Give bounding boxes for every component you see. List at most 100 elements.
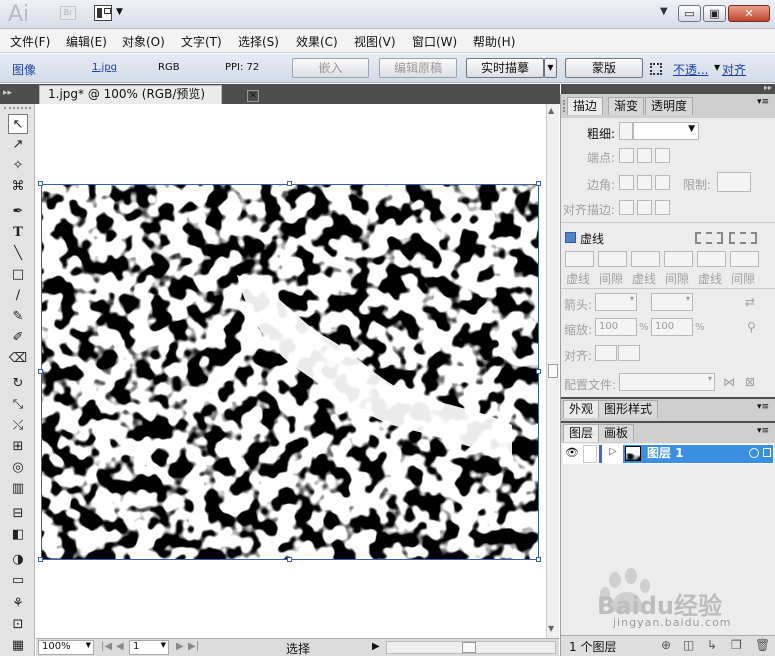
miter-join-icon[interactable] xyxy=(619,175,634,190)
projecting-cap-icon[interactable] xyxy=(655,148,670,163)
profile-select[interactable]: ▾ xyxy=(619,373,715,391)
menu-help[interactable]: 帮助(H) xyxy=(473,33,515,50)
tab-graphic-styles[interactable]: 图形样式 xyxy=(598,400,659,418)
zoom-dropdown-icon[interactable]: ▼ xyxy=(86,641,91,649)
bounding-box-handle[interactable] xyxy=(38,181,43,186)
tab-artboards[interactable]: 画板 xyxy=(598,424,635,442)
dashed-line-checkbox[interactable] xyxy=(565,232,576,243)
end-arrow-dropdown-icon[interactable]: ▾ xyxy=(686,294,690,303)
dash-input-1[interactable] xyxy=(565,251,594,267)
collapse-panels-icon[interactable]: ▸▸ xyxy=(764,83,772,92)
weight-input[interactable]: ▼ xyxy=(633,122,699,140)
document-canvas[interactable] xyxy=(36,104,546,638)
mask-button[interactable]: 蒙版 xyxy=(565,58,643,78)
opacity-link[interactable]: 不透... xyxy=(673,61,708,78)
round-join-icon[interactable] xyxy=(637,175,652,190)
butt-cap-icon[interactable] xyxy=(619,148,634,163)
embed-button[interactable]: 嵌入 xyxy=(292,58,369,78)
align-center-icon[interactable] xyxy=(619,200,634,215)
placed-image[interactable] xyxy=(41,184,539,560)
bounding-box-handle[interactable] xyxy=(38,557,43,562)
selection-indicator[interactable] xyxy=(763,448,771,457)
prev-artboard-icon[interactable]: ◀ xyxy=(116,641,124,652)
flip-across-icon[interactable]: ⊠ xyxy=(745,375,755,389)
dash-input-2[interactable] xyxy=(631,251,660,267)
target-icon[interactable] xyxy=(749,448,759,458)
bounding-box-handle[interactable] xyxy=(287,557,292,562)
bevel-join-icon[interactable] xyxy=(655,175,670,190)
appearance-menu-icon[interactable]: ▾≡ xyxy=(757,402,769,412)
live-trace-button[interactable]: 实时描摹 xyxy=(466,58,544,78)
align-outside-icon[interactable] xyxy=(655,200,670,215)
menu-object[interactable]: 对象(O) xyxy=(122,33,165,50)
arrow-tip-place-icon[interactable] xyxy=(618,345,640,361)
file-link[interactable]: 1.jpg xyxy=(92,62,117,73)
expand-tools-icon[interactable]: ▸▸ xyxy=(3,88,12,98)
lasso-tool-icon[interactable]: ⌘ xyxy=(8,177,28,197)
direct-selection-tool-icon[interactable]: ↗ xyxy=(8,135,28,155)
profile-dropdown-icon[interactable]: ▾ xyxy=(708,374,712,383)
blend-tool-icon[interactable]: ▭ xyxy=(8,571,28,591)
gradient-tool-icon[interactable]: ◧ xyxy=(8,525,28,545)
pen-tool-icon[interactable]: ✒ xyxy=(8,202,28,222)
first-artboard-icon[interactable]: |◀ xyxy=(101,641,112,652)
bounding-box-handle[interactable] xyxy=(536,181,541,186)
preserve-dash-icon[interactable] xyxy=(695,232,723,244)
menu-window[interactable]: 窗口(W) xyxy=(412,33,457,50)
weight-stepper[interactable] xyxy=(619,122,633,140)
selection-tool-icon[interactable]: ↖ xyxy=(8,114,28,134)
symbol-sprayer-tool-icon[interactable]: ⚘ xyxy=(8,594,28,614)
status-mode[interactable]: 选择 xyxy=(286,640,310,656)
tab-appearance[interactable]: 外观 xyxy=(563,400,600,418)
gap-input-3[interactable] xyxy=(730,251,759,267)
last-artboard-icon[interactable]: ▶| xyxy=(188,641,199,652)
start-scale-input[interactable]: 100 xyxy=(595,318,637,336)
next-artboard-icon[interactable]: ▶ xyxy=(176,641,184,652)
swap-arrows-icon[interactable]: ⇄ xyxy=(745,295,755,309)
horizontal-scrollbar[interactable] xyxy=(386,641,556,654)
lock-toggle[interactable] xyxy=(583,445,597,463)
menu-effect[interactable]: 效果(C) xyxy=(296,33,338,50)
scroll-down-icon[interactable]: ▼ xyxy=(548,624,554,633)
toolbar-grip[interactable] xyxy=(4,107,31,111)
h-scroll-thumb[interactable] xyxy=(462,642,476,653)
close-document-icon[interactable]: ✕ xyxy=(247,90,259,102)
tab-layers[interactable]: 图层 xyxy=(563,424,600,442)
document-tab[interactable]: 1.jpg* @ 100% (RGB/预览) ✕ xyxy=(39,85,259,104)
limit-input[interactable] xyxy=(717,172,751,192)
bounding-box-handle[interactable] xyxy=(536,557,541,562)
vertical-scrollbar[interactable]: ▲ ▼ xyxy=(546,104,559,638)
link-scale-icon[interactable]: ⚲ xyxy=(747,320,756,334)
visibility-eye-icon[interactable]: 👁 xyxy=(565,446,579,459)
menu-select[interactable]: 选择(S) xyxy=(238,33,279,50)
pencil-tool-icon[interactable]: ✎ xyxy=(8,307,28,327)
menu-view[interactable]: 视图(V) xyxy=(354,33,396,50)
artboard-tool-icon[interactable]: ⊡ xyxy=(8,615,28,635)
mesh-tool-icon[interactable]: ⊟ xyxy=(8,504,28,524)
arrange-documents-icon[interactable] xyxy=(94,5,112,21)
layers-menu-icon[interactable]: ▾≡ xyxy=(757,426,769,436)
dash-input-3[interactable] xyxy=(697,251,726,267)
minimize-button[interactable]: ▭ xyxy=(678,5,701,22)
arrange-dropdown-icon[interactable]: ▼ xyxy=(116,7,123,17)
scroll-thumb[interactable] xyxy=(548,364,558,378)
menu-type[interactable]: 文字(T) xyxy=(181,33,222,50)
layer-row[interactable]: 👁 ▷ 图层 1 xyxy=(563,444,774,464)
tab-gradient[interactable]: 渐变 xyxy=(608,97,645,115)
blob-brush-tool-icon[interactable]: ✐ xyxy=(8,328,28,348)
edit-original-button[interactable]: 编辑原稿 xyxy=(379,58,457,78)
expand-layer-icon[interactable]: ▷ xyxy=(609,446,617,457)
object-type-link[interactable]: 图像 xyxy=(12,61,36,78)
bounding-box-handle[interactable] xyxy=(38,369,43,374)
bridge-button[interactable]: Br xyxy=(60,6,76,20)
rotate-tool-icon[interactable]: ↻ xyxy=(8,374,28,394)
menu-file[interactable]: 文件(F) xyxy=(10,33,50,50)
tab-stroke[interactable]: 描边 xyxy=(567,97,604,115)
layer-selected[interactable]: 图层 1 xyxy=(623,445,773,463)
artboard-dropdown-icon[interactable]: ▼ xyxy=(161,641,166,649)
flip-along-icon[interactable]: ⋈ xyxy=(723,375,735,389)
restore-button[interactable]: ▣ xyxy=(703,5,726,22)
line-tool-icon[interactable]: ╲ xyxy=(8,244,28,264)
eyedropper-tool-icon[interactable]: ◑ xyxy=(8,550,28,570)
bounding-box-handle[interactable] xyxy=(287,181,292,186)
